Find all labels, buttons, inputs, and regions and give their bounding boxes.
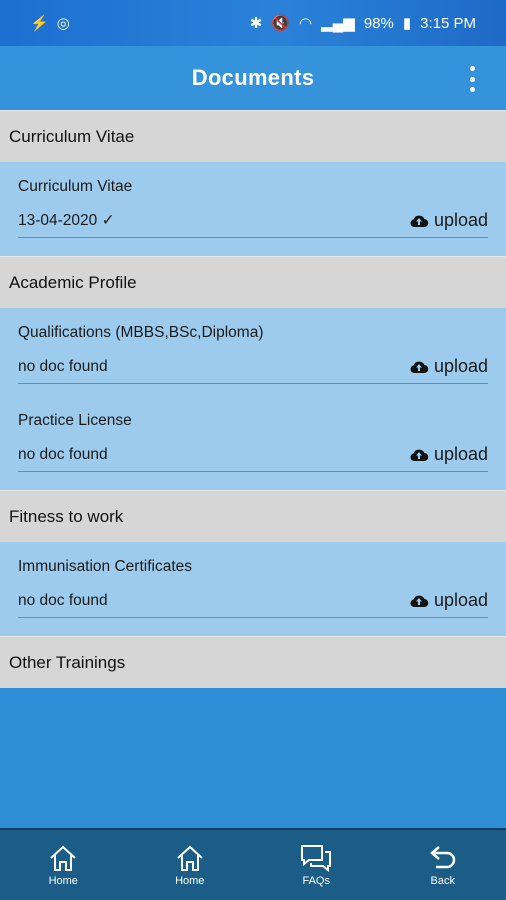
section-header-academic: Academic Profile xyxy=(0,256,506,308)
section-header-cv: Curriculum Vitae xyxy=(0,110,506,162)
document-name: Qualifications (MBBS,BSc,Diploma) xyxy=(18,324,264,341)
document-item: Qualifications (MBBS,BSc,Diploma) no doc… xyxy=(18,318,488,384)
cloud-upload-icon xyxy=(410,595,429,607)
home-icon xyxy=(50,845,76,871)
section-body-cv: Curriculum Vitae 13-04-2020 ✓ upload xyxy=(0,162,506,256)
home-icon xyxy=(177,845,203,871)
upload-label: upload xyxy=(433,356,488,376)
document-name: Immunisation Certificates xyxy=(18,558,193,575)
more-options-icon[interactable] xyxy=(462,66,482,92)
wifi-icon: ◠ xyxy=(299,15,313,32)
nav-back[interactable]: Back xyxy=(380,830,506,900)
mute-icon: 🔇 xyxy=(271,15,291,32)
back-arrow-icon xyxy=(429,846,455,869)
document-status: 13-04-2020 ✓ xyxy=(18,212,115,229)
upload-button[interactable]: upload xyxy=(409,356,488,377)
upload-button[interactable]: upload xyxy=(409,590,488,611)
nav-label: Back xyxy=(430,875,455,887)
document-status: no doc found xyxy=(18,357,108,375)
wifi-call-icon: ⚡ xyxy=(30,15,49,32)
upload-label: upload xyxy=(433,590,488,610)
section-header-fitness: Fitness to work xyxy=(0,490,506,542)
cloud-upload-icon xyxy=(410,215,429,227)
nav-label: Home xyxy=(48,875,78,887)
section-header-other: Other Trainings xyxy=(0,636,506,688)
documents-list[interactable]: Curriculum Vitae Curriculum Vitae 13-04-… xyxy=(0,110,506,720)
nav-label: Home xyxy=(175,875,205,887)
chat-icon xyxy=(301,845,332,873)
battery-percent: 98% xyxy=(363,14,394,32)
clock: 3:15 PM xyxy=(420,14,476,32)
section-body-academic: Qualifications (MBBS,BSc,Diploma) no doc… xyxy=(0,308,506,490)
status-bar: ⚡ ◎ ✱ 🔇 ◠ ▂▄▆ 98% ▮ 3:15 PM xyxy=(0,0,506,46)
document-item: Practice License no doc found upload xyxy=(18,406,488,472)
nav-home-1[interactable]: Home xyxy=(0,830,127,900)
bottom-nav: Home Home FAQs Back xyxy=(0,828,506,900)
document-item: Immunisation Certificates no doc found u… xyxy=(18,552,488,618)
nav-faqs[interactable]: FAQs xyxy=(253,830,380,900)
upload-label: upload xyxy=(433,444,488,464)
nav-label: FAQs xyxy=(302,875,330,887)
upload-button[interactable]: upload xyxy=(409,210,488,231)
page-title: Documents xyxy=(191,65,315,90)
nav-home-2[interactable]: Home xyxy=(127,830,254,900)
cloud-upload-icon xyxy=(410,361,429,373)
upload-button[interactable]: upload xyxy=(409,444,488,465)
cloud-upload-icon xyxy=(410,449,429,461)
upload-label: upload xyxy=(433,210,488,230)
document-item: Curriculum Vitae 13-04-2020 ✓ upload xyxy=(18,172,488,238)
document-status: no doc found xyxy=(18,445,108,463)
screenshot-icon: ◎ xyxy=(56,15,70,32)
battery-icon: ▮ xyxy=(402,15,412,32)
app-bar: Documents xyxy=(0,46,506,110)
document-name: Practice License xyxy=(18,412,132,429)
section-body-fitness: Immunisation Certificates no doc found u… xyxy=(0,542,506,636)
bluetooth-icon: ✱ xyxy=(249,15,263,32)
signal-icon: ▂▄▆ xyxy=(321,15,355,32)
document-status: no doc found xyxy=(18,591,108,609)
document-name: Curriculum Vitae xyxy=(18,178,133,195)
